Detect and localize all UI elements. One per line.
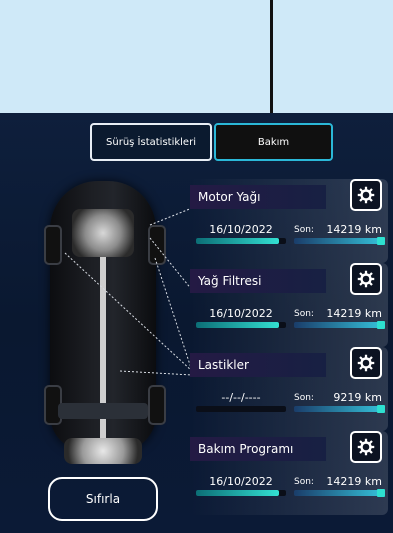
last-km: 9219 km (333, 391, 382, 404)
km-progress-bar (294, 489, 385, 497)
reset-button[interactable]: Sıfırla (48, 477, 158, 521)
service-progress-bar (196, 238, 286, 244)
km-progress-bar (294, 405, 385, 413)
card-title: Motor Yağı (190, 185, 326, 209)
last-km: 14219 km (326, 475, 382, 488)
card-maintenance-program: Bakım Programı 16/10/2022 Son: 14219 km (190, 431, 388, 515)
front-right-wheel (148, 225, 166, 265)
last-km: 14219 km (326, 307, 382, 320)
tab-driving-stats[interactable]: Sürüş İstatistikleri (90, 123, 212, 161)
last-km: 14219 km (326, 223, 382, 236)
card-engine-oil: Motor Yağı 16/10/2022 Son: 14219 km (190, 179, 388, 263)
engine-icon (72, 209, 134, 257)
last-label: Son: (294, 225, 314, 235)
card-title: Bakım Programı (190, 437, 326, 461)
card-oil-filter: Yağ Filtresi 16/10/2022 Son: 14219 km (190, 263, 388, 347)
service-date: --/--/---- (221, 391, 261, 404)
settings-gear-icon[interactable] (350, 347, 382, 379)
rear-axle-icon (64, 438, 142, 464)
card-title: Yağ Filtresi (190, 269, 326, 293)
service-date: 16/10/2022 (209, 475, 273, 488)
last-label: Son: (294, 477, 314, 487)
service-progress-bar (196, 490, 286, 496)
km-progress-bar (294, 237, 385, 245)
settings-gear-icon[interactable] (350, 179, 382, 211)
service-date: 16/10/2022 (209, 223, 273, 236)
service-date: 16/10/2022 (209, 307, 273, 320)
card-tires: Lastikler --/--/---- Son: 9219 km (190, 347, 388, 431)
service-progress-bar (196, 406, 286, 412)
hanging-line (270, 0, 273, 118)
front-left-wheel (44, 225, 62, 265)
km-progress-bar (294, 321, 385, 329)
maintenance-panel: Sürüş İstatistikleri Bakım Motor Yağı 16… (0, 113, 393, 533)
rear-right-wheel (148, 385, 166, 425)
settings-gear-icon[interactable] (350, 263, 382, 295)
card-title: Lastikler (190, 353, 326, 377)
car-diagram (0, 173, 195, 473)
last-label: Son: (294, 393, 314, 403)
last-label: Son: (294, 309, 314, 319)
tab-maintenance[interactable]: Bakım (214, 123, 333, 161)
rear-window (58, 403, 148, 419)
settings-gear-icon[interactable] (350, 431, 382, 463)
service-progress-bar (196, 322, 286, 328)
